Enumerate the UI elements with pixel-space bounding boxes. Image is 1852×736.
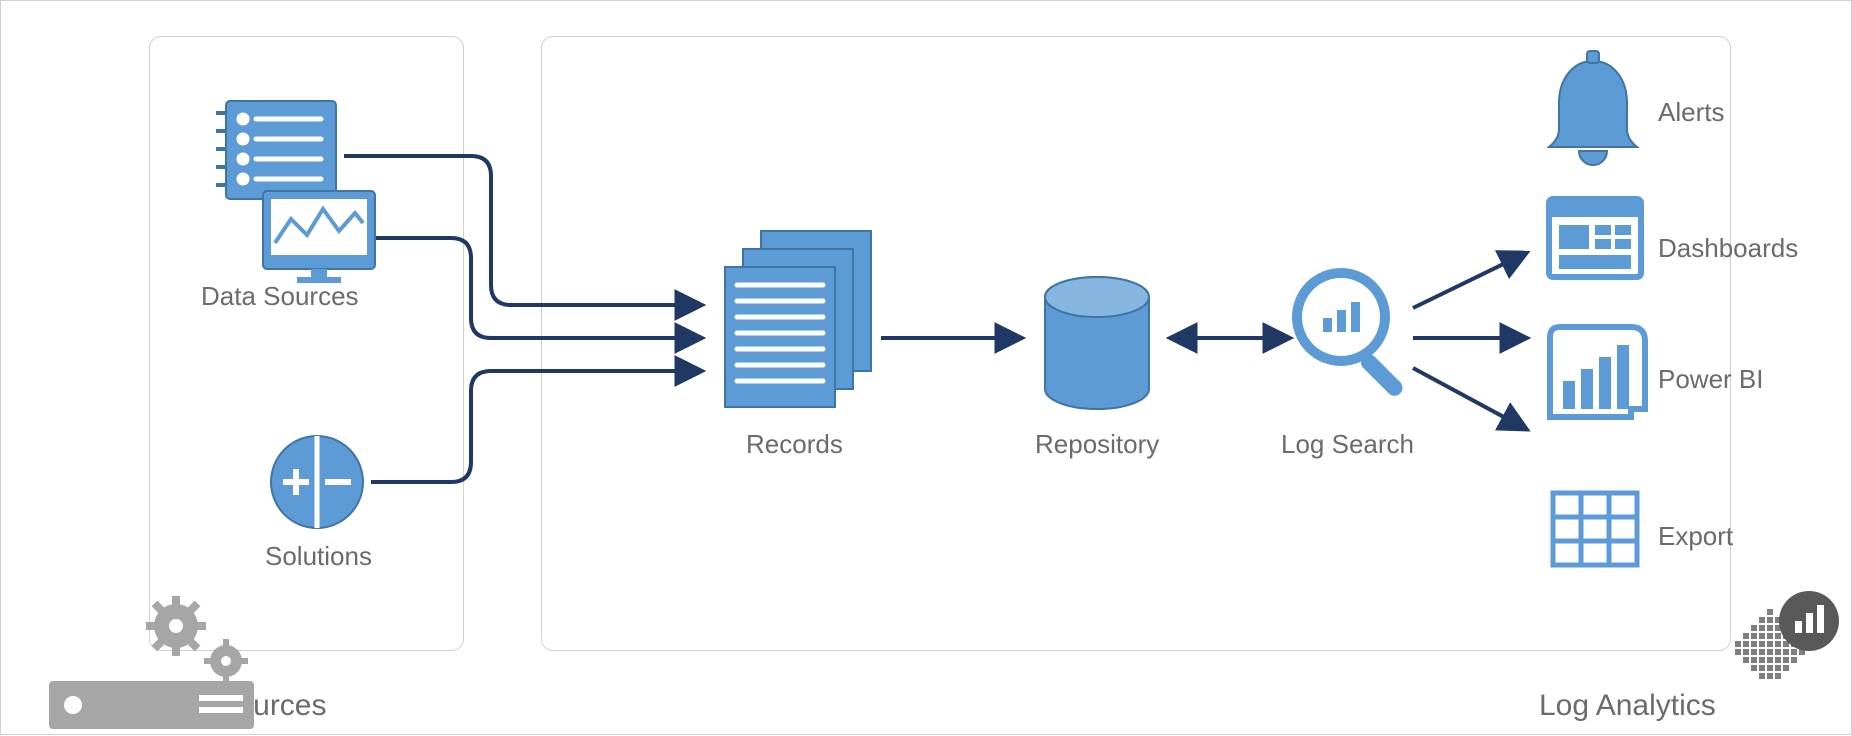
- panel-log-analytics: [541, 36, 1731, 651]
- label-records: Records: [746, 429, 843, 460]
- label-repository: Repository: [1035, 429, 1159, 460]
- label-solutions: Solutions: [265, 541, 372, 572]
- label-log-search: Log Search: [1281, 429, 1414, 460]
- diagram-canvas: Connected Sources Data Sources Solutions…: [0, 0, 1852, 735]
- label-export: Export: [1658, 521, 1733, 552]
- label-powerbi: Power BI: [1658, 364, 1764, 395]
- label-connected-sources: Connected Sources: [63, 689, 327, 723]
- label-log-analytics: Log Analytics: [1539, 689, 1716, 723]
- log-analytics-icon: [1735, 591, 1839, 679]
- label-dashboards: Dashboards: [1658, 233, 1798, 264]
- label-data-sources: Data Sources: [201, 281, 359, 312]
- label-alerts: Alerts: [1658, 97, 1724, 128]
